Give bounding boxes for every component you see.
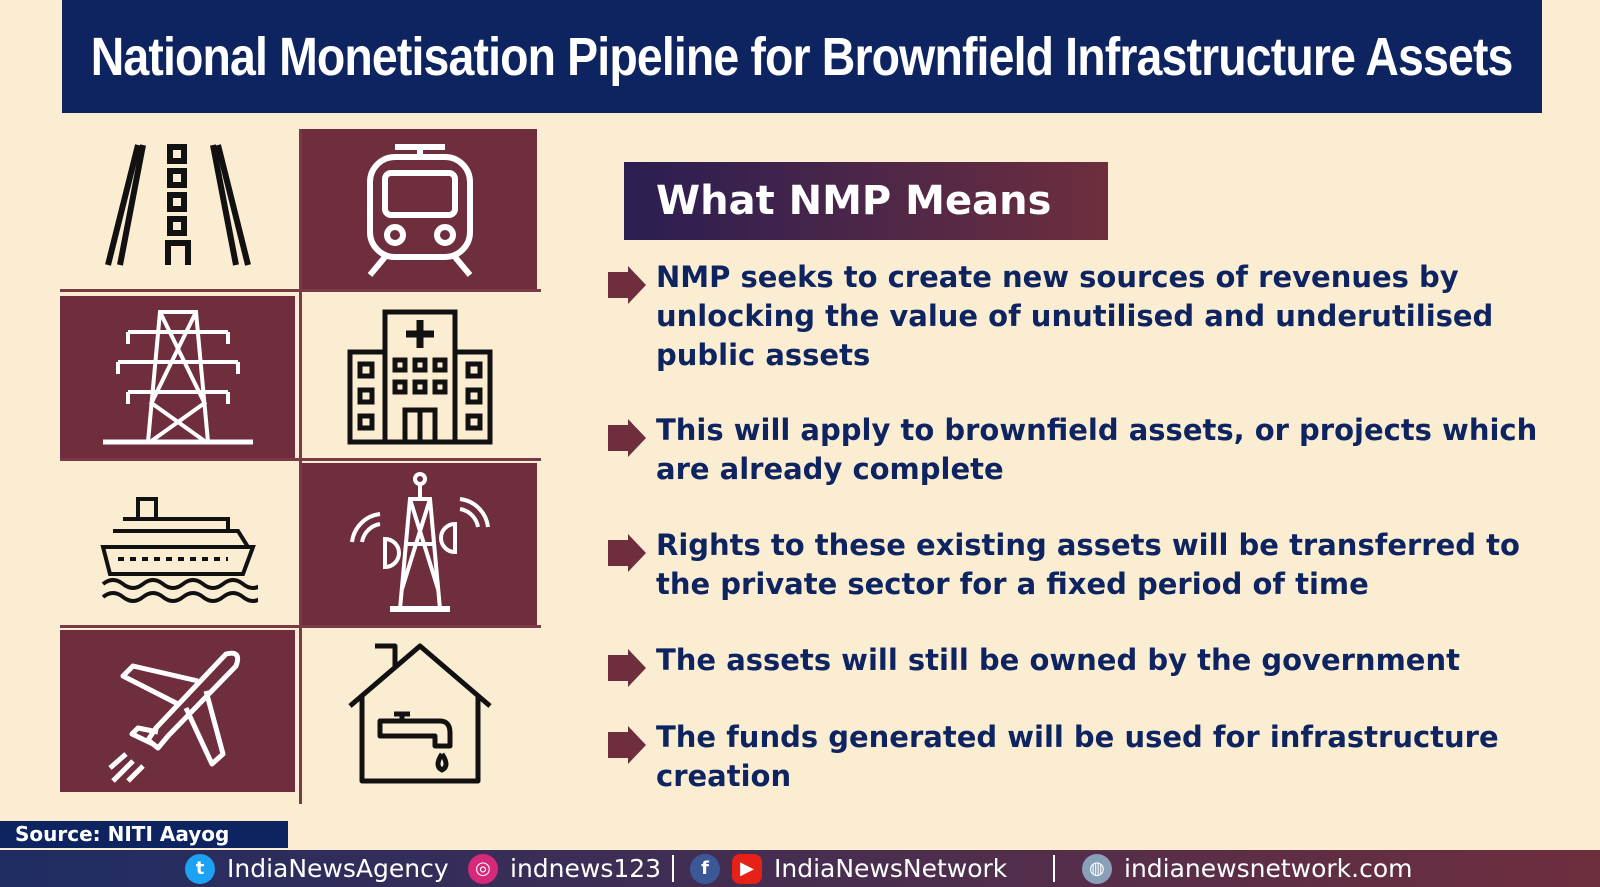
point-text: NMP seeks to create new sources of reven… <box>656 260 1494 372</box>
telecom-tower-icon <box>349 472 490 612</box>
hospital-icon <box>347 309 492 445</box>
youtube-icon: ▶ <box>732 853 762 884</box>
facebook-youtube-handle: IndiaNewsNetwork <box>774 854 1008 883</box>
point-text: The funds generated will be used for inf… <box>656 720 1499 793</box>
tile-road <box>60 129 295 291</box>
footer-facebook-youtube[interactable]: f ▶ IndiaNewsNetwork <box>690 850 1007 887</box>
footer-twitter[interactable]: t IndiaNewsAgency <box>185 850 449 887</box>
arrow-bullet-icon <box>608 649 646 687</box>
arrow-bullet-icon <box>608 419 646 457</box>
icon-grid <box>60 129 541 804</box>
point-text: The assets will still be owned by the go… <box>656 643 1460 677</box>
arrow-bullet-icon <box>608 534 646 572</box>
point-text: This will apply to brownfield assets, or… <box>656 413 1538 486</box>
tile-airplane <box>60 630 295 792</box>
footer-instagram[interactable]: ◎ indnews123 <box>468 850 661 887</box>
tile-train <box>302 129 537 291</box>
instagram-icon: ◎ <box>468 853 498 884</box>
footer-bar: t IndiaNewsAgency ◎ indnews123 f ▶ India… <box>0 850 1600 887</box>
title-bar: National Monetisation Pipeline for Brown… <box>62 0 1542 113</box>
arrow-bullet-icon <box>608 726 646 764</box>
twitter-icon: t <box>185 853 215 884</box>
tile-telecom <box>302 463 537 625</box>
tile-water-house <box>302 630 537 792</box>
instagram-handle: indnews123 <box>510 854 662 883</box>
tile-ship <box>60 463 295 625</box>
train-icon <box>366 144 473 277</box>
section-heading-text: What NMP Means <box>656 178 1052 224</box>
road-icon <box>104 144 251 266</box>
airplane-icon <box>107 650 240 783</box>
arrow-bullet-icon <box>608 266 646 304</box>
footer-website[interactable]: ◍ indianewsnetwork.com <box>1082 850 1413 887</box>
source-label: Source: NITI Aayog <box>0 821 288 848</box>
house-water-tap-icon <box>347 643 492 784</box>
page-title: National Monetisation Pipeline for Brown… <box>91 26 1514 87</box>
tile-hospital <box>302 296 537 458</box>
ship-icon <box>99 497 258 603</box>
power-tower-icon <box>102 310 253 445</box>
facebook-icon: f <box>690 853 720 884</box>
twitter-handle: IndiaNewsAgency <box>227 854 449 883</box>
globe-icon: ◍ <box>1082 853 1112 884</box>
tile-power <box>60 296 295 458</box>
website-url: indianewsnetwork.com <box>1124 854 1413 883</box>
section-heading: What NMP Means <box>624 162 1108 240</box>
point-text: Rights to these existing assets will be … <box>656 528 1520 601</box>
